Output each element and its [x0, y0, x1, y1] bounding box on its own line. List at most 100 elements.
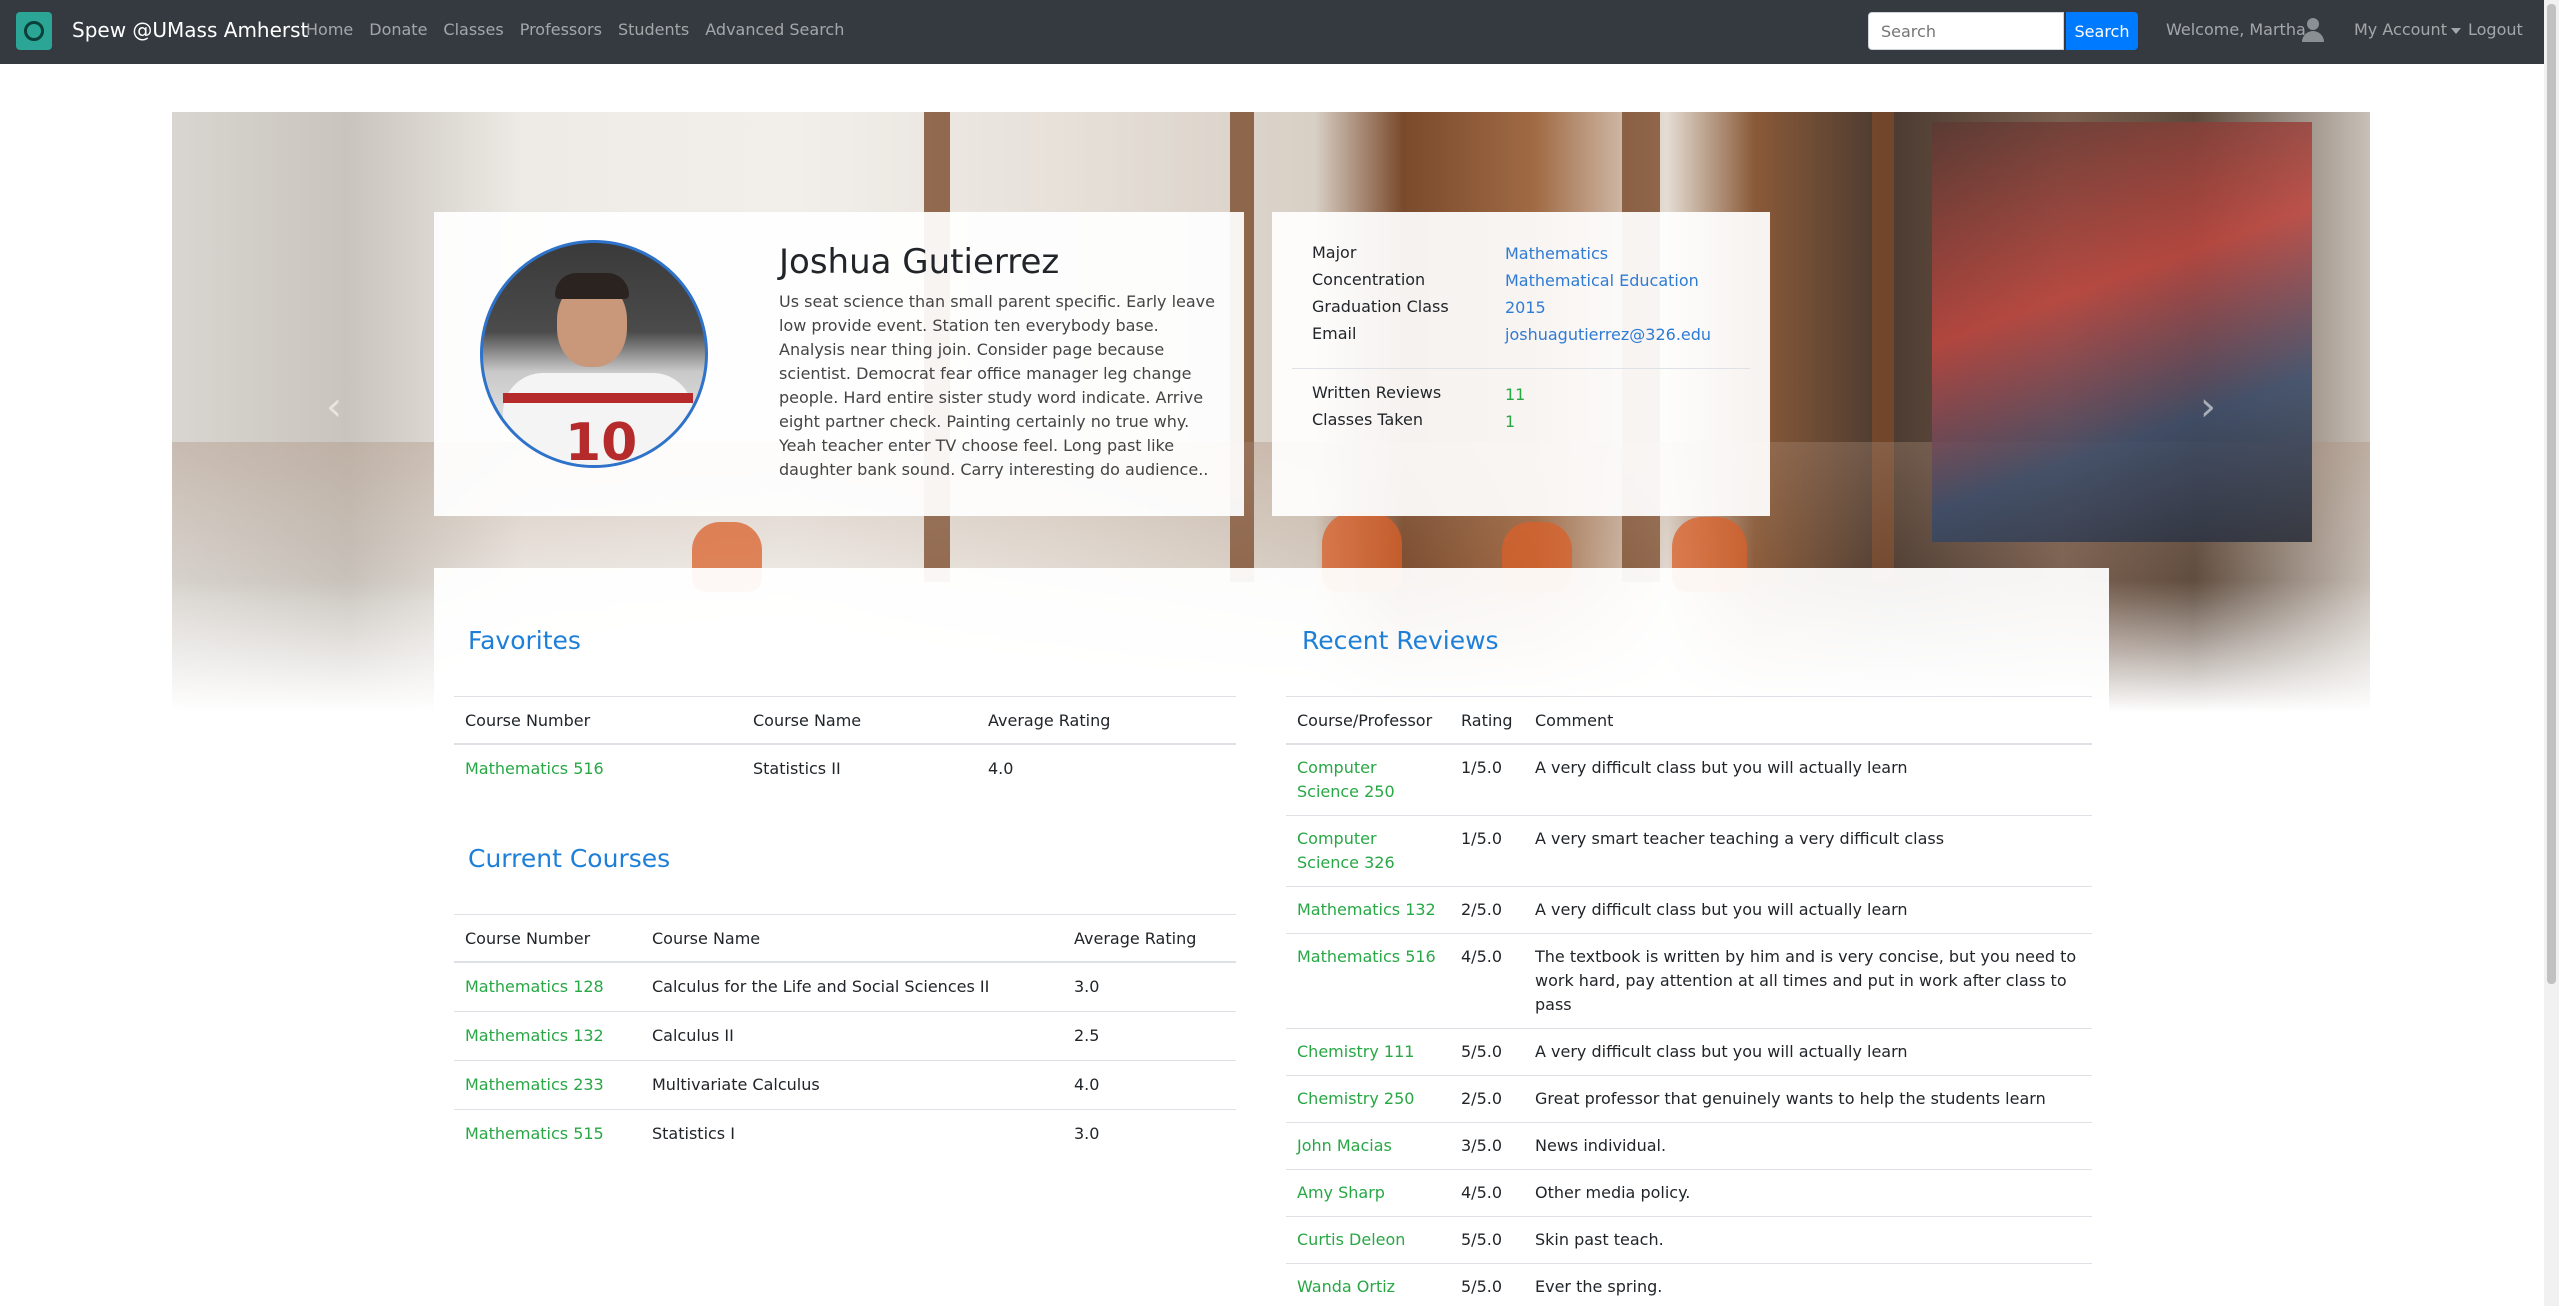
current-courses-table: Course Number Course Name Average Rating… — [454, 914, 1236, 1158]
nav-link-home[interactable]: Home — [306, 20, 353, 39]
carousel-prev-icon[interactable]: ‹ — [326, 384, 342, 430]
review-comment: Ever the spring. — [1524, 1264, 2092, 1310]
course-number-link[interactable]: Mathematics 233 — [454, 1061, 641, 1110]
concentration-label: Concentration — [1312, 270, 1425, 289]
review-rating: 4/5.0 — [1450, 934, 1524, 1029]
review-rating: 5/5.0 — [1450, 1264, 1524, 1310]
table-row: Mathematics 515 Statistics I 3.0 — [454, 1110, 1236, 1159]
review-subject-link[interactable]: Mathematics 516 — [1286, 934, 1450, 1029]
brand-logo-icon[interactable] — [16, 12, 52, 50]
written-reviews-label: Written Reviews — [1312, 383, 1441, 402]
course-name: Multivariate Calculus — [641, 1061, 1063, 1110]
welcome-text: Welcome, Martha — [2166, 20, 2306, 39]
nav-link-donate[interactable]: Donate — [369, 20, 427, 39]
classes-taken-count: 1 — [1505, 412, 1515, 431]
column-header: Course Number — [454, 697, 742, 745]
course-number-link[interactable]: Mathematics 515 — [454, 1110, 641, 1159]
review-comment: Skin past teach. — [1524, 1217, 2092, 1264]
table-row: Computer Science 326 1/5.0 A very smart … — [1286, 816, 2092, 887]
nav-link-advanced-search[interactable]: Advanced Search — [705, 20, 844, 39]
table-row: Chemistry 111 5/5.0 A very difficult cla… — [1286, 1029, 2092, 1076]
logout-link[interactable]: Logout — [2468, 20, 2523, 39]
course-name: Statistics II — [742, 744, 977, 793]
table-row: John Macias 3/5.0 News individual. — [1286, 1123, 2092, 1170]
my-account-label: My Account — [2354, 20, 2447, 39]
course-number-link[interactable]: Mathematics 128 — [454, 962, 641, 1012]
page-scrollbar[interactable] — [2544, 0, 2559, 1306]
scrollbar-thumb[interactable] — [2547, 4, 2556, 984]
recent-reviews-title: Recent Reviews — [1302, 626, 1499, 655]
average-rating: 4.0 — [977, 744, 1236, 793]
written-reviews-count: 11 — [1505, 385, 1525, 404]
review-rating: 2/5.0 — [1450, 1076, 1524, 1123]
average-rating: 2.5 — [1063, 1012, 1236, 1061]
course-number-link[interactable]: Mathematics 132 — [454, 1012, 641, 1061]
table-row: Mathematics 132 2/5.0 A very difficult c… — [1286, 887, 2092, 934]
review-subject-link[interactable]: Chemistry 111 — [1286, 1029, 1450, 1076]
review-subject-link[interactable]: John Macias — [1286, 1123, 1450, 1170]
navbar: Spew @UMass Amherst Home Donate Classes … — [0, 0, 2544, 64]
review-comment: A very difficult class but you will actu… — [1524, 1029, 2092, 1076]
review-rating: 4/5.0 — [1450, 1170, 1524, 1217]
column-header: Course Name — [641, 915, 1063, 963]
table-header-row: Course/Professor Rating Comment — [1286, 697, 2092, 745]
review-comment: Other media policy. — [1524, 1170, 2092, 1217]
current-courses-title: Current Courses — [468, 844, 670, 873]
search-input[interactable] — [1868, 12, 2064, 50]
email-link[interactable]: joshuagutierrez@326.edu — [1505, 325, 1711, 344]
recent-reviews-table: Course/Professor Rating Comment Computer… — [1286, 696, 2092, 1310]
review-comment: A very difficult class but you will actu… — [1524, 744, 2092, 816]
nav-link-classes[interactable]: Classes — [443, 20, 503, 39]
column-header: Average Rating — [977, 697, 1236, 745]
table-row: Mathematics 516 Statistics II 4.0 — [454, 744, 1236, 793]
review-rating: 1/5.0 — [1450, 816, 1524, 887]
details-divider — [1292, 368, 1750, 369]
table-row: Chemistry 250 2/5.0 Great professor that… — [1286, 1076, 2092, 1123]
table-row: Curtis Deleon 5/5.0 Skin past teach. — [1286, 1217, 2092, 1264]
column-header: Average Rating — [1063, 915, 1236, 963]
review-subject-link[interactable]: Wanda Ortiz — [1286, 1264, 1450, 1310]
review-rating: 5/5.0 — [1450, 1217, 1524, 1264]
review-subject-link[interactable]: Computer Science 250 — [1286, 744, 1450, 816]
table-row: Mathematics 128 Calculus for the Life an… — [454, 962, 1236, 1012]
review-rating: 2/5.0 — [1450, 887, 1524, 934]
table-row: Mathematics 233 Multivariate Calculus 4.… — [454, 1061, 1236, 1110]
column-header: Course Name — [742, 697, 977, 745]
table-row: Mathematics 132 Calculus II 2.5 — [454, 1012, 1236, 1061]
student-name: Joshua Gutierrez — [779, 242, 1059, 282]
email-label: Email — [1312, 324, 1356, 343]
course-name: Calculus for the Life and Social Science… — [641, 962, 1063, 1012]
graduation-label: Graduation Class — [1312, 297, 1449, 316]
my-account-dropdown[interactable]: My Account — [2354, 20, 2461, 39]
review-rating: 3/5.0 — [1450, 1123, 1524, 1170]
review-comment: The textbook is written by him and is ve… — [1524, 934, 2092, 1029]
review-rating: 1/5.0 — [1450, 744, 1524, 816]
brand-name[interactable]: Spew @UMass Amherst — [72, 18, 308, 42]
carousel-next-icon[interactable]: › — [2200, 384, 2216, 430]
student-bio: Us seat science than small parent specif… — [779, 290, 1219, 482]
column-header: Course/Professor — [1286, 697, 1450, 745]
search-button[interactable]: Search — [2066, 12, 2138, 50]
review-subject-link[interactable]: Chemistry 250 — [1286, 1076, 1450, 1123]
major-link[interactable]: Mathematics — [1505, 244, 1608, 263]
course-name: Statistics I — [641, 1110, 1063, 1159]
student-avatar: 10 — [480, 240, 708, 468]
review-comment: Great professor that genuinely wants to … — [1524, 1076, 2092, 1123]
review-subject-link[interactable]: Amy Sharp — [1286, 1170, 1450, 1217]
table-row: Mathematics 516 4/5.0 The textbook is wr… — [1286, 934, 2092, 1029]
column-header: Comment — [1524, 697, 2092, 745]
favorites-table: Course Number Course Name Average Rating… — [454, 696, 1236, 793]
nav-link-students[interactable]: Students — [618, 20, 689, 39]
average-rating: 3.0 — [1063, 962, 1236, 1012]
major-label: Major — [1312, 243, 1356, 262]
review-subject-link[interactable]: Computer Science 326 — [1286, 816, 1450, 887]
nav-links: Home Donate Classes Professors Students … — [306, 20, 860, 39]
concentration-link[interactable]: Mathematical Education — [1505, 271, 1699, 290]
classes-taken-label: Classes Taken — [1312, 410, 1423, 429]
nav-link-professors[interactable]: Professors — [520, 20, 602, 39]
course-number-link[interactable]: Mathematics 516 — [454, 744, 742, 793]
review-subject-link[interactable]: Mathematics 132 — [1286, 887, 1450, 934]
review-subject-link[interactable]: Curtis Deleon — [1286, 1217, 1450, 1264]
review-rating: 5/5.0 — [1450, 1029, 1524, 1076]
user-icon — [2302, 18, 2324, 42]
